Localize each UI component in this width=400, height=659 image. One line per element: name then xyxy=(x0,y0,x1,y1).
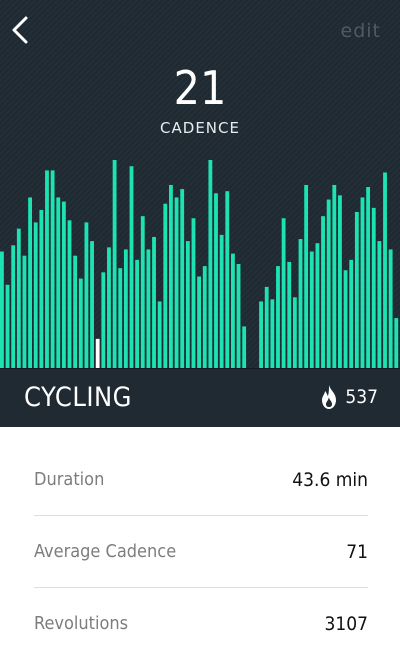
cadence-bar[interactable] xyxy=(61,201,66,368)
cadence-bar[interactable] xyxy=(28,197,32,368)
cadence-bar[interactable] xyxy=(146,249,151,368)
cadence-bar[interactable] xyxy=(315,243,320,368)
cadence-bar[interactable] xyxy=(140,216,145,368)
cadence-bar[interactable] xyxy=(174,197,179,368)
activity-header: edit 21 CADENCE xyxy=(0,0,400,368)
cadence-bar[interactable] xyxy=(129,166,134,368)
cadence-bar[interactable] xyxy=(349,259,354,368)
cadence-bar[interactable] xyxy=(0,251,4,368)
cadence-bar[interactable] xyxy=(163,203,168,368)
cadence-bar[interactable] xyxy=(259,301,263,368)
stats-list: Duration 43.6 min Average Cadence 71 Rev… xyxy=(34,444,368,659)
cadence-bar[interactable] xyxy=(338,195,342,368)
activity-banner: CYCLING 537 xyxy=(0,368,400,427)
cadence-bar[interactable] xyxy=(107,247,111,368)
stat-row-duration: Duration 43.6 min xyxy=(34,444,368,516)
cadence-bar[interactable] xyxy=(383,172,387,368)
stat-row-average-cadence: Average Cadence 71 xyxy=(34,516,368,588)
cadence-bar[interactable] xyxy=(214,193,218,368)
stat-row-revolutions: Revolutions 3107 xyxy=(34,588,368,659)
cadence-bar[interactable] xyxy=(394,318,399,368)
cadence-bar[interactable] xyxy=(270,299,275,368)
calorie-value: 537 xyxy=(345,386,378,408)
stat-value: 43.6 min xyxy=(292,468,368,491)
cadence-bar[interactable] xyxy=(33,222,38,368)
cadence-bar[interactable] xyxy=(112,160,117,368)
cadence-bar[interactable] xyxy=(202,266,207,368)
cadence-bar[interactable] xyxy=(50,170,55,368)
back-button[interactable] xyxy=(8,14,32,46)
cadence-bar[interactable] xyxy=(157,301,162,368)
cadence-bar[interactable] xyxy=(45,170,49,368)
stat-value: 3107 xyxy=(324,612,369,635)
cadence-bar[interactable] xyxy=(236,264,241,368)
cadence-bar[interactable] xyxy=(281,218,286,368)
cadence-bar[interactable] xyxy=(276,266,280,368)
cadence-bar[interactable] xyxy=(332,184,337,368)
stat-label: Revolutions xyxy=(34,613,129,634)
cadence-bar[interactable] xyxy=(230,253,235,368)
cadence-bar[interactable] xyxy=(39,209,44,368)
flame-icon xyxy=(322,385,337,409)
activity-title: CYCLING xyxy=(24,382,132,413)
cadence-bar[interactable] xyxy=(84,222,89,368)
cadence-bar[interactable] xyxy=(388,249,393,368)
cadence-bar[interactable] xyxy=(180,189,185,368)
cadence-bar[interactable] xyxy=(118,268,123,368)
cadence-chart xyxy=(0,160,399,368)
cadence-bar[interactable] xyxy=(309,251,314,368)
stat-label: Average Cadence xyxy=(34,541,177,562)
stat-label: Duration xyxy=(34,469,105,490)
cadence-bar[interactable] xyxy=(343,270,348,368)
cadence-bar-selected[interactable] xyxy=(95,338,100,368)
cadence-bar[interactable] xyxy=(11,245,16,368)
cadence-bar[interactable] xyxy=(225,191,230,368)
cadence-bar[interactable] xyxy=(73,255,78,368)
cadence-bar[interactable] xyxy=(135,259,140,368)
cadence-bar[interactable] xyxy=(242,326,247,368)
cadence-bar[interactable] xyxy=(366,187,371,368)
cadence-bar[interactable] xyxy=(5,284,10,368)
cadence-bar[interactable] xyxy=(169,184,173,368)
cadence-bar[interactable] xyxy=(56,197,61,368)
cadence-bar[interactable] xyxy=(264,286,269,368)
cadence-bar[interactable] xyxy=(22,255,27,368)
cadence-bar[interactable] xyxy=(191,218,196,368)
cadence-bar[interactable] xyxy=(298,239,303,368)
cadence-bar[interactable] xyxy=(354,212,359,368)
cadence-bar[interactable] xyxy=(152,236,156,368)
cadence-bar[interactable] xyxy=(321,216,325,368)
cadence-bar[interactable] xyxy=(377,241,382,368)
cadence-bar[interactable] xyxy=(371,207,376,368)
cadence-bar[interactable] xyxy=(360,197,365,368)
edit-button[interactable]: edit xyxy=(341,20,381,42)
chevron-left-icon xyxy=(12,16,28,44)
cadence-bar[interactable] xyxy=(67,220,72,368)
cadence-bar[interactable] xyxy=(304,184,309,368)
cadence-bar[interactable] xyxy=(78,278,83,368)
calories-summary: 537 xyxy=(321,385,378,409)
cadence-bar[interactable] xyxy=(219,234,224,368)
cadence-bar[interactable] xyxy=(326,199,331,368)
cadence-bar[interactable] xyxy=(208,160,213,368)
cadence-bar[interactable] xyxy=(197,276,202,368)
cadence-bar[interactable] xyxy=(90,241,94,368)
cadence-value: 21 xyxy=(173,61,227,115)
cadence-bar[interactable] xyxy=(292,297,297,368)
cadence-bar[interactable] xyxy=(16,228,21,368)
cadence-bar[interactable] xyxy=(101,272,106,368)
cadence-bar[interactable] xyxy=(123,249,128,368)
cadence-bar[interactable] xyxy=(185,241,190,368)
stat-value: 71 xyxy=(346,540,368,563)
cadence-label: CADENCE xyxy=(160,119,240,137)
cadence-bar[interactable] xyxy=(287,261,292,368)
